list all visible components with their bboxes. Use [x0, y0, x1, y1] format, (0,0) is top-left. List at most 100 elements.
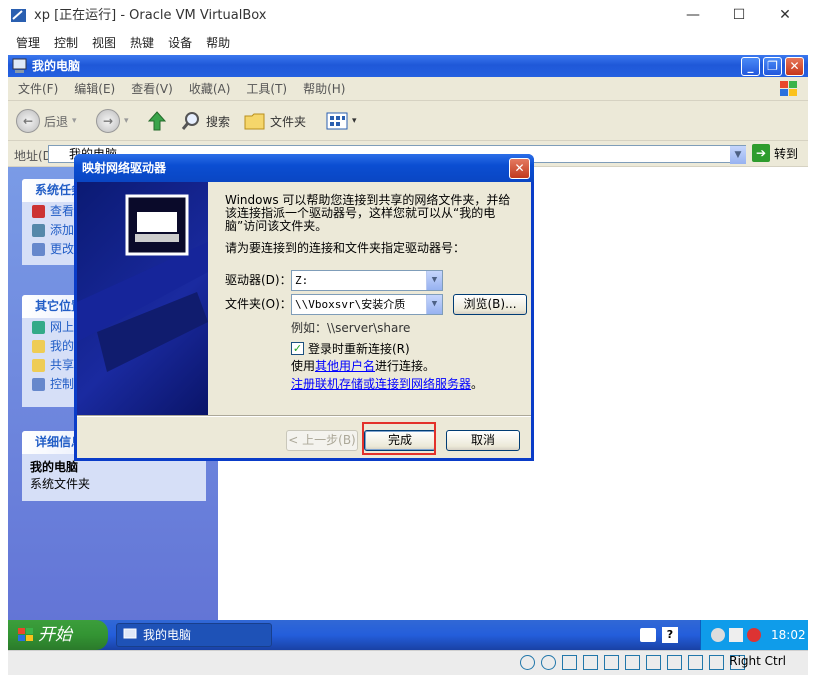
host-menu-hotkey[interactable]: 热键: [123, 31, 161, 55]
control-panel-icon: [32, 243, 45, 256]
back-step-button[interactable]: < 上一步(B): [286, 430, 358, 451]
up-folder-button[interactable]: [146, 107, 168, 135]
tray-volume-icon[interactable]: [711, 628, 725, 642]
folder-label: 文件夹(O)：: [225, 297, 292, 311]
chevron-down-icon[interactable]: ▼: [426, 271, 442, 290]
cancel-button[interactable]: 取消: [446, 430, 520, 451]
menu-view[interactable]: 查看(V): [123, 77, 181, 101]
system-info-icon: [32, 205, 45, 218]
finish-button-highlight: [362, 422, 436, 455]
menu-file[interactable]: 文件(F): [8, 77, 66, 101]
hard-disk-icon[interactable]: [520, 655, 535, 670]
go-button[interactable]: ➔ 转到: [752, 144, 798, 162]
address-dropdown-icon[interactable]: ▼: [730, 146, 746, 164]
menu-help[interactable]: 帮助(H): [295, 77, 353, 101]
dialog-description: Windows 可以帮助您连接到共享的网络文件夹，并给该连接指派一个驱动器号，这…: [225, 193, 511, 233]
explorer-title: 我的电脑: [32, 59, 81, 73]
drive-letter-select[interactable]: Z: ▼: [291, 270, 443, 291]
host-menu-devices[interactable]: 设备: [161, 31, 199, 55]
host-menu-bar: 管理 控制 视图 热键 设备 帮助: [0, 31, 816, 55]
explorer-minimize-button[interactable]: _: [741, 57, 760, 76]
views-button[interactable]: ▾: [326, 107, 357, 135]
up-arrow-icon: [147, 111, 167, 131]
forward-button[interactable]: → ▾: [96, 107, 129, 135]
mouse-integration-icon[interactable]: [709, 655, 724, 670]
host-close-button[interactable]: ✕: [762, 0, 808, 31]
audio-icon[interactable]: [562, 655, 577, 670]
display-icon[interactable]: [646, 655, 661, 670]
clock: 18:02: [771, 628, 806, 642]
windows-logo-icon: [18, 628, 33, 641]
back-button[interactable]: ← 后退 ▾: [16, 107, 77, 135]
example-text: 例如：\\server\share: [291, 321, 411, 335]
explorer-close-button[interactable]: ✕: [785, 57, 804, 76]
views-dropdown-arrow-icon: ▾: [352, 116, 357, 126]
views-grid-icon: [326, 112, 348, 130]
dialog-separator: [77, 415, 531, 417]
dialog-instruction: 请为要连接到的连接和文件夹指定驱动器号：: [225, 241, 466, 255]
tray-network-icon[interactable]: [729, 628, 743, 642]
search-button[interactable]: 搜索: [180, 107, 230, 135]
menu-edit[interactable]: 编辑(E): [66, 77, 123, 101]
other-user-line: 使用其他用户名进行连接。: [291, 359, 436, 373]
folder-icon: [244, 113, 265, 130]
host-key-label: Right Ctrl: [729, 654, 786, 668]
chevron-down-icon[interactable]: ▼: [426, 295, 442, 314]
reconnect-label: 登录时重新连接(R): [308, 342, 410, 356]
network-adapter-icon[interactable]: [583, 655, 598, 670]
details-desc: 系统文件夹: [30, 477, 91, 491]
reconnect-option[interactable]: ✓ 登录时重新连接(R): [291, 340, 410, 357]
documents-icon: [32, 340, 45, 353]
shared-folders-icon[interactable]: [625, 655, 640, 670]
start-button[interactable]: 开始: [8, 620, 108, 650]
host-menu-view[interactable]: 视图: [85, 31, 123, 55]
host-maximize-button[interactable]: ☐: [716, 0, 762, 31]
network-icon: [32, 321, 45, 334]
explorer-toolbar: ← 后退 ▾ → ▾ 搜索 文件夹 ▾: [8, 101, 808, 141]
dialog-title-bar: 映射网络驱动器: [74, 154, 534, 182]
usb-icon[interactable]: [604, 655, 619, 670]
reconnect-checkbox[interactable]: ✓: [291, 342, 304, 355]
forward-arrow-icon: →: [96, 109, 120, 133]
back-arrow-icon: ←: [16, 109, 40, 133]
explorer-title-bar: 我的电脑 _ ❐ ✕: [8, 55, 808, 77]
optical-drive-icon[interactable]: [541, 655, 556, 670]
system-tray: 18:02: [700, 620, 808, 650]
my-computer-icon: [12, 58, 27, 73]
folder-path-input[interactable]: \\Vboxsvr\安装介质 ▼: [291, 294, 443, 315]
host-menu-help[interactable]: 帮助: [199, 31, 237, 55]
tray-security-shield-icon[interactable]: [747, 628, 761, 642]
browse-button[interactable]: 浏览(B)...: [453, 294, 527, 315]
keyboard-icon[interactable]: [640, 628, 656, 642]
control-panel-icon: [32, 378, 45, 391]
host-minimize-button[interactable]: —: [670, 0, 716, 31]
folder-icon: [32, 359, 45, 372]
dialog-title: 映射网络驱动器: [82, 161, 167, 175]
register-line: 注册联机存储或连接到网络服务器。: [291, 377, 484, 391]
cpu-icon[interactable]: [688, 655, 703, 670]
folders-button[interactable]: 文件夹: [244, 107, 306, 135]
taskbar: 开始 我的电脑 ? 18:02: [8, 620, 808, 650]
menu-tools[interactable]: 工具(T): [238, 77, 295, 101]
windows-flag-icon: [780, 81, 797, 96]
status-device-icons: [520, 655, 745, 670]
virtualbox-icon: [11, 9, 26, 22]
drive-label: 驱动器(D)：: [225, 273, 292, 287]
host-menu-control[interactable]: 控制: [47, 31, 85, 55]
other-user-link[interactable]: 其他用户名: [315, 359, 375, 373]
host-menu-manage[interactable]: 管理: [0, 31, 47, 55]
menu-favorites[interactable]: 收藏(A): [181, 77, 239, 101]
taskbar-my-computer[interactable]: 我的电脑: [116, 623, 272, 647]
go-arrow-icon: ➔: [752, 144, 770, 162]
dialog-body: Windows 可以帮助您连接到共享的网络文件夹，并给该连接指派一个驱动器号，这…: [77, 182, 531, 458]
dialog-close-button[interactable]: ✕: [509, 158, 530, 179]
network-drive-illustration: [77, 182, 208, 415]
network-drive-icon: [77, 194, 208, 372]
explorer-maximize-button[interactable]: ❐: [763, 57, 782, 76]
map-network-drive-dialog: 映射网络驱动器 ✕ Windows 可以帮助您连接到共享的网络文件夹，并给该连接…: [74, 154, 534, 461]
help-icon[interactable]: ?: [662, 627, 678, 643]
virtualbox-status-bar: Right Ctrl: [8, 650, 808, 675]
register-online-storage-link[interactable]: 注册联机存储或连接到网络服务器: [291, 377, 471, 391]
explorer-menu-bar: 文件(F) 编辑(E) 查看(V) 收藏(A) 工具(T) 帮助(H): [8, 77, 808, 101]
recording-icon[interactable]: [667, 655, 682, 670]
